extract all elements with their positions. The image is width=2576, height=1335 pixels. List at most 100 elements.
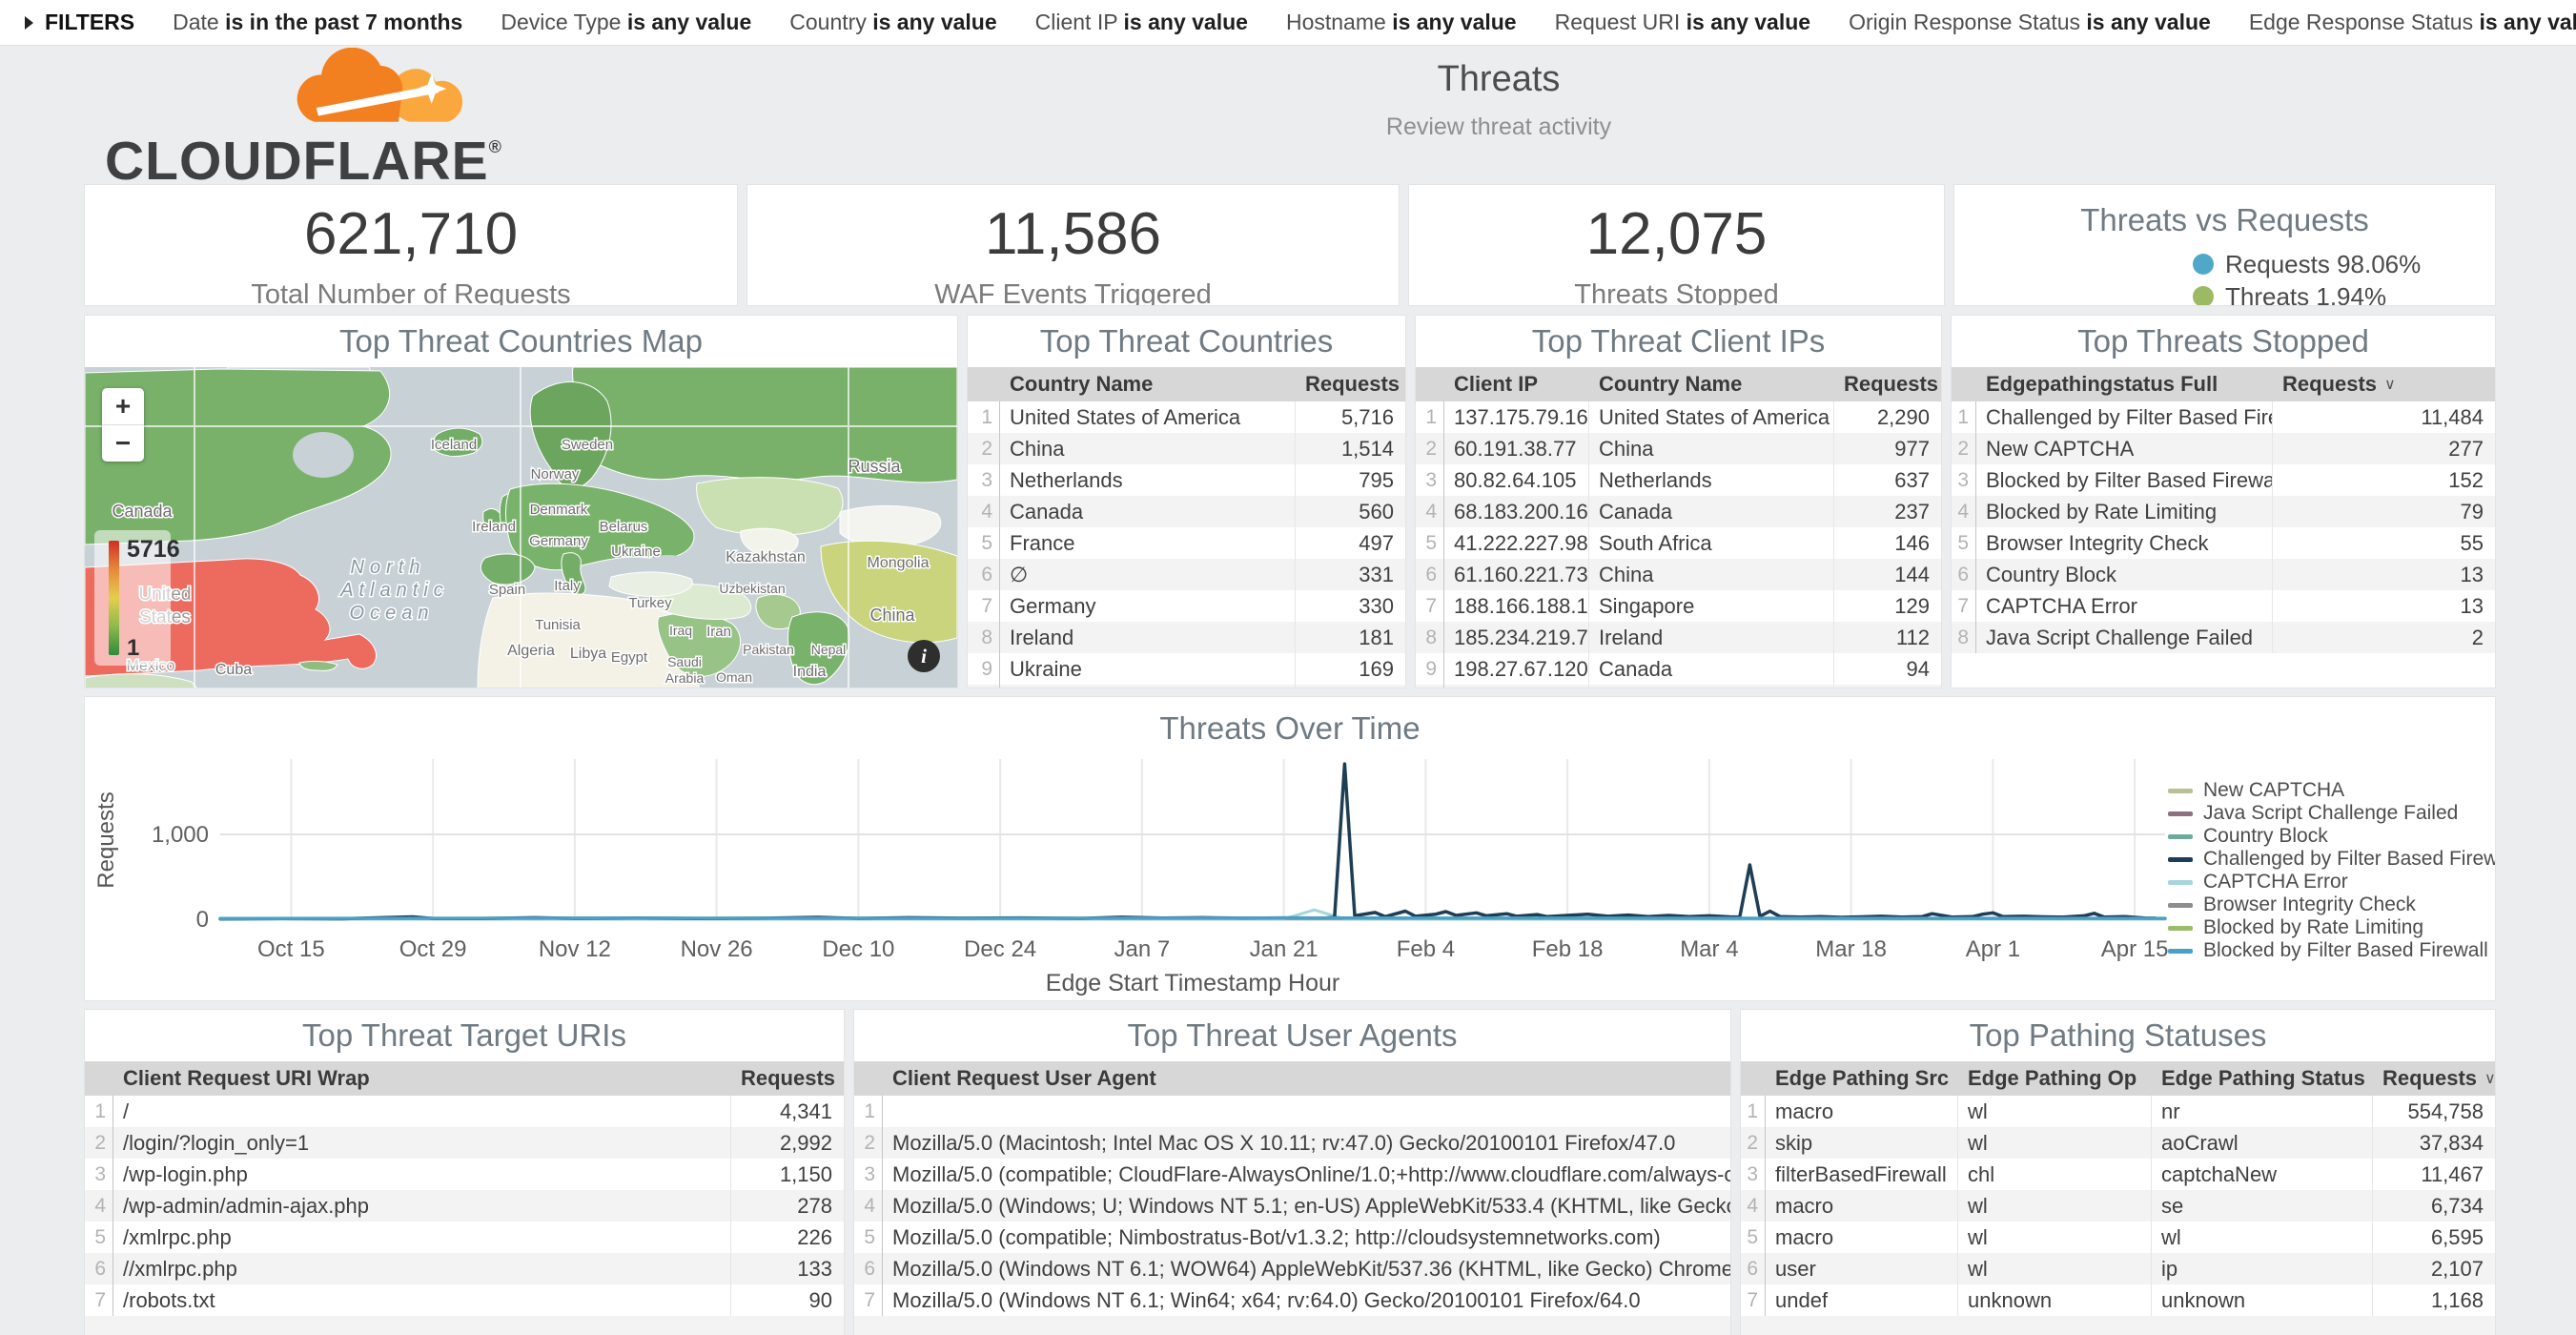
column-header-client-request-user-agent[interactable]: Client Request User Agent: [883, 1061, 1730, 1096]
table-row[interactable]: 541.222.227.98South Africa146: [1416, 527, 1941, 559]
table-row[interactable]: 8185.234.219.70Ireland112: [1416, 622, 1941, 653]
chart-legend-item[interactable]: Java Script Challenge Failed: [2168, 802, 2496, 825]
table-row[interactable]: 1macrowlnr554,758: [1741, 1096, 2495, 1127]
table-row[interactable]: 260.191.38.77China977: [1416, 433, 1941, 464]
table-row[interactable]: 2skipwlaoCrawl37,834: [1741, 1127, 2495, 1159]
column-header-edgepathingstatus-full[interactable]: Edgepathingstatus Full: [1976, 367, 2273, 401]
table-row[interactable]: 3Mozilla/5.0 (compatible; CloudFlare-Alw…: [854, 1159, 1730, 1190]
filter-item-client-ip[interactable]: Client IP is any value: [1035, 10, 1248, 35]
table-row[interactable]: 1United States of America5,716: [968, 401, 1405, 433]
column-header-requests[interactable]: Requests∨: [731, 1061, 844, 1096]
table-row[interactable]: 1061.160.247.137China90: [1416, 685, 1941, 688]
filter-item-origin-response-status[interactable]: Origin Response Status is any value: [1849, 10, 2211, 35]
sort-chevron-icon[interactable]: ∨: [843, 1069, 844, 1088]
table-row[interactable]: 2China1,514: [968, 433, 1405, 464]
kpi-card-threats-stopped: 12,075 Threats Stopped: [1408, 184, 1945, 306]
table-row[interactable]: 468.183.200.167Canada237: [1416, 496, 1941, 527]
table-row[interactable]: 6//xmlrpc.php133: [85, 1253, 844, 1284]
table-row[interactable]: 10Singapore158: [968, 685, 1405, 688]
row-number: 2: [1952, 433, 1976, 464]
filter-item-country[interactable]: Country is any value: [789, 10, 996, 35]
x-tick-label: Feb 4: [1397, 936, 1455, 962]
map-zoom-in-button[interactable]: +: [102, 388, 144, 425]
table-row[interactable]: 6∅331: [968, 559, 1405, 590]
top-threat-target-uris-table: Client Request URI WrapRequests∨1/4,3412…: [85, 1061, 844, 1335]
filter-item-hostname[interactable]: Hostname is any value: [1286, 10, 1517, 35]
table-row[interactable]: 1/4,341: [85, 1096, 844, 1127]
table-row[interactable]: 9198.27.67.120Canada94: [1416, 653, 1941, 685]
sort-chevron-icon[interactable]: ∨: [2484, 1069, 2495, 1088]
table-row[interactable]: 7188.166.188.152Singapore129: [1416, 590, 1941, 622]
table-row[interactable]: 4Blocked by Rate Limiting79: [1952, 496, 2495, 527]
sort-chevron-icon[interactable]: ∨: [2384, 375, 2396, 394]
chart-legend-item[interactable]: CAPTCHA Error: [2168, 871, 2496, 893]
filter-item-edge-response-status[interactable]: Edge Response Status is any value: [2249, 10, 2576, 35]
legend-dot-icon: [2193, 254, 2214, 275]
chart-legend-item[interactable]: New CAPTCHA: [2168, 779, 2496, 802]
table-row[interactable]: 2New CAPTCHA277: [1952, 433, 2495, 464]
column-header-country-name[interactable]: Country Name: [1000, 367, 1296, 401]
column-header-requests[interactable]: Requests∨: [1834, 367, 1941, 401]
column-header-country-name[interactable]: Country Name: [1589, 367, 1834, 401]
column-header-requests[interactable]: Requests∨: [2273, 367, 2495, 401]
table-row[interactable]: 5/xmlrpc.php226: [85, 1222, 844, 1253]
chart-legend-item[interactable]: Blocked by Rate Limiting: [2168, 916, 2496, 939]
filter-item-request-uri[interactable]: Request URI is any value: [1555, 10, 1810, 35]
table-row[interactable]: 3Netherlands795: [968, 464, 1405, 496]
chart-legend-item[interactable]: Challenged by Filter Based Firewall: [2168, 848, 2496, 871]
table-row[interactable]: 1: [854, 1096, 1730, 1127]
column-header-requests[interactable]: Requests∨: [2373, 1061, 2495, 1096]
table-row[interactable]: 6Mozilla/5.0 (Windows NT 6.1; WOW64) App…: [854, 1253, 1730, 1284]
chart-legend-item[interactable]: Browser Integrity Check: [2168, 893, 2496, 916]
table-row[interactable]: 1Challenged by Filter Based Firewall11,4…: [1952, 401, 2495, 433]
filters-toggle[interactable]: FILTERS: [25, 10, 134, 35]
filter-item-date[interactable]: Date is in the past 7 months: [173, 10, 462, 35]
table-row[interactable]: 5Mozilla/5.0 (compatible; Nimbostratus-B…: [854, 1222, 1730, 1253]
world-map[interactable]: CanadaUnitedStatesMexicoCubaIcelandIrela…: [85, 367, 957, 688]
column-header-requests[interactable]: Requests∨: [1296, 367, 1405, 401]
table-cell: 5,716: [1296, 401, 1405, 433]
table-cell: 278: [731, 1190, 844, 1222]
table-row[interactable]: 6userwlip2,107: [1741, 1253, 2495, 1284]
table-row[interactable]: 7Germany330: [968, 590, 1405, 622]
table-row[interactable]: 9Ukraine169: [968, 653, 1405, 685]
map-info-icon[interactable]: i: [908, 640, 940, 672]
chart-legend-item[interactable]: Blocked by Filter Based Firewall: [2168, 939, 2496, 962]
table-row[interactable]: 2/login/?login_only=12,992: [85, 1127, 844, 1159]
table-row[interactable]: 7/robots.txt90: [85, 1284, 844, 1316]
table-row[interactable]: 2Mozilla/5.0 (Macintosh; Intel Mac OS X …: [854, 1127, 1730, 1159]
table-row[interactable]: 4macrowlse6,734: [1741, 1190, 2495, 1222]
table-cell: aoCrawl: [2152, 1127, 2373, 1159]
table-row[interactable]: 8Java Script Challenge Failed2: [1952, 622, 2495, 653]
column-header-edge-pathing-src[interactable]: Edge Pathing Src: [1766, 1061, 1958, 1096]
table-row[interactable]: 7CAPTCHA Error13: [1952, 590, 2495, 622]
table-row[interactable]: 4/wp-admin/admin-ajax.php278: [85, 1190, 844, 1222]
table-row[interactable]: 5macrowlwl6,595: [1741, 1222, 2495, 1253]
table-row[interactable]: 8Ireland181: [968, 622, 1405, 653]
row-number: 3: [1741, 1159, 1766, 1190]
filter-item-device-type[interactable]: Device Type is any value: [501, 10, 751, 35]
map-country-label: Saudi: [667, 654, 702, 669]
column-header-client-ip[interactable]: Client IP: [1444, 367, 1589, 401]
column-header-client-request-uri-wrap[interactable]: Client Request URI Wrap: [113, 1061, 731, 1096]
top-threat-user-agents-card: Top Threat User Agents Client Request Us…: [853, 1009, 1731, 1335]
table-row[interactable]: 4Canada560: [968, 496, 1405, 527]
table-row[interactable]: 5France497: [968, 527, 1405, 559]
table-row[interactable]: 661.160.221.73China144: [1416, 559, 1941, 590]
table-row[interactable]: 5Browser Integrity Check55: [1952, 527, 2495, 559]
table-row[interactable]: 7Mozilla/5.0 (Windows NT 6.1; Win64; x64…: [854, 1284, 1730, 1316]
table-row[interactable]: 7undefunknownunknown1,168: [1741, 1284, 2495, 1316]
table-row[interactable]: 380.82.64.105Netherlands637: [1416, 464, 1941, 496]
table-row[interactable]: 3/wp-login.php1,150: [85, 1159, 844, 1190]
table-row[interactable]: 6Country Block13: [1952, 559, 2495, 590]
table-row[interactable]: 3Blocked by Filter Based Firewall152: [1952, 464, 2495, 496]
column-header-edge-pathing-op[interactable]: Edge Pathing Op: [1958, 1061, 2152, 1096]
column-header-edge-pathing-status[interactable]: Edge Pathing Status: [2152, 1061, 2373, 1096]
chart-legend-item[interactable]: Country Block: [2168, 825, 2496, 848]
table-row[interactable]: 1137.175.79.166United States of America2…: [1416, 401, 1941, 433]
table-row[interactable]: 3filterBasedFirewallchlcaptchaNew11,467: [1741, 1159, 2495, 1190]
map-zoom-out-button[interactable]: −: [102, 425, 144, 462]
map-country-label: Kazakhstan: [726, 549, 806, 565]
table-row[interactable]: 4Mozilla/5.0 (Windows; U; Windows NT 5.1…: [854, 1190, 1730, 1222]
table-cell: 1,168: [2373, 1284, 2495, 1316]
